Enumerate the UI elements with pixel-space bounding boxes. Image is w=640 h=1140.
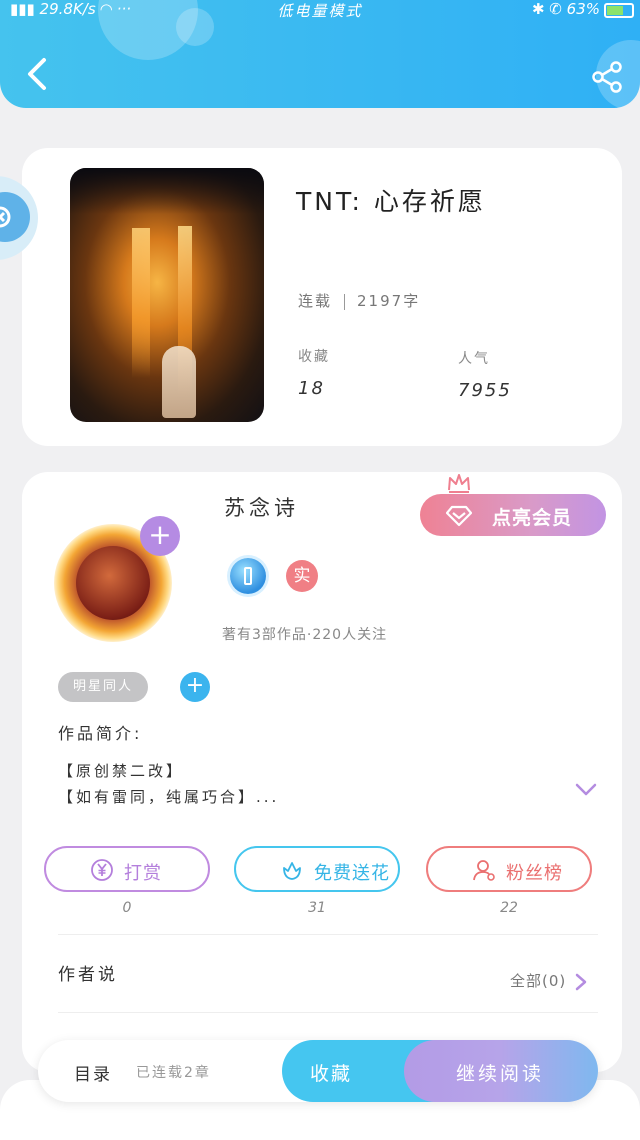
- crown-icon: [448, 474, 470, 493]
- word-count: 2197字: [357, 292, 421, 310]
- share-icon[interactable]: [590, 60, 624, 94]
- table-of-contents-button[interactable]: 目录: [74, 1060, 112, 1085]
- add-tag-button[interactable]: +: [180, 672, 210, 702]
- collect-label: 收藏: [298, 349, 330, 365]
- popularity-value: 7955: [458, 380, 512, 401]
- reward-button[interactable]: 打赏: [44, 846, 210, 892]
- fans-count: 22: [500, 900, 518, 916]
- category-tag[interactable]: 明星同人: [58, 672, 148, 702]
- intro-line: 【如有雷同，纯属巧合】...: [58, 788, 280, 806]
- activate-membership-button[interactable]: 点亮会员: [420, 494, 606, 536]
- flower-icon: [283, 862, 301, 880]
- free-flower-button[interactable]: 免费送花: [234, 846, 400, 892]
- book-cover-image[interactable]: [70, 168, 264, 422]
- book-info-card: TNT: 心存祈愿 连载 2197字 收藏 18 人气 7955: [22, 148, 622, 446]
- chevron-right-icon[interactable]: [574, 972, 588, 992]
- verified-badge[interactable]: 实: [286, 560, 318, 592]
- level-badge-icon[interactable]: [230, 558, 266, 594]
- author-says-label: 作者说: [58, 965, 118, 985]
- status-right: ✱ ✆ 63%: [532, 0, 600, 18]
- top-header: ▮▮▮ 29.8K/s ◠ ··· 低电量模式 ✱ ✆ 63%: [0, 0, 640, 108]
- free-flower-label: 免费送花: [314, 863, 390, 884]
- continue-reading-button[interactable]: 继续阅读: [404, 1040, 598, 1102]
- fans-ranking-button[interactable]: 粉丝榜: [426, 846, 592, 892]
- battery-icon: [604, 3, 634, 18]
- battery-percent: 63%: [566, 0, 600, 18]
- status-bar: ▮▮▮ 29.8K/s ◠ ··· 低电量模式 ✱ ✆ 63%: [0, 0, 640, 22]
- call-icon: ✆: [549, 0, 562, 18]
- intro-label: 作品简介:: [58, 724, 143, 743]
- author-name[interactable]: 苏念诗: [224, 492, 299, 522]
- chevron-down-icon[interactable]: [574, 782, 598, 798]
- chapter-status: 已连载2章: [136, 1065, 211, 1081]
- membership-label: 点亮会员: [492, 507, 573, 529]
- divider: [58, 1012, 598, 1013]
- flower-count: 31: [308, 900, 326, 916]
- favorite-label: 收藏: [310, 1063, 353, 1085]
- reward-label: 打赏: [124, 863, 162, 884]
- divider: [58, 934, 598, 935]
- serial-status: 连载: [298, 292, 333, 310]
- continue-reading-label: 继续阅读: [456, 1063, 545, 1085]
- close-circle-icon: [0, 206, 11, 228]
- bottom-action-bar: 目录 已连载2章 收藏 继续阅读: [38, 1040, 598, 1102]
- yen-icon: [91, 859, 113, 881]
- bluetooth-icon: ✱: [531, 0, 545, 18]
- author-works-followers: 著有3部作品·220人关注: [222, 627, 388, 643]
- book-title: TNT: 心存祈愿: [296, 187, 486, 216]
- follow-plus-button[interactable]: +: [140, 516, 180, 556]
- diamond-icon: [446, 505, 472, 527]
- back-arrow-icon[interactable]: [22, 54, 52, 94]
- user-icon: [473, 860, 495, 881]
- fans-ranking-label: 粉丝榜: [506, 863, 563, 884]
- intro-line: 【原创禁二改】: [58, 762, 185, 780]
- collect-value: 18: [298, 378, 325, 399]
- reward-count: 0: [122, 900, 132, 916]
- author-card: + 苏念诗 点亮会员 实 著有3部作品·220人关注 明星同人 + 作品简介: …: [22, 472, 622, 1072]
- popularity-label: 人气: [458, 351, 490, 367]
- book-meta: 连载 2197字: [298, 290, 420, 311]
- author-says-all-link[interactable]: 全部(0): [510, 970, 566, 991]
